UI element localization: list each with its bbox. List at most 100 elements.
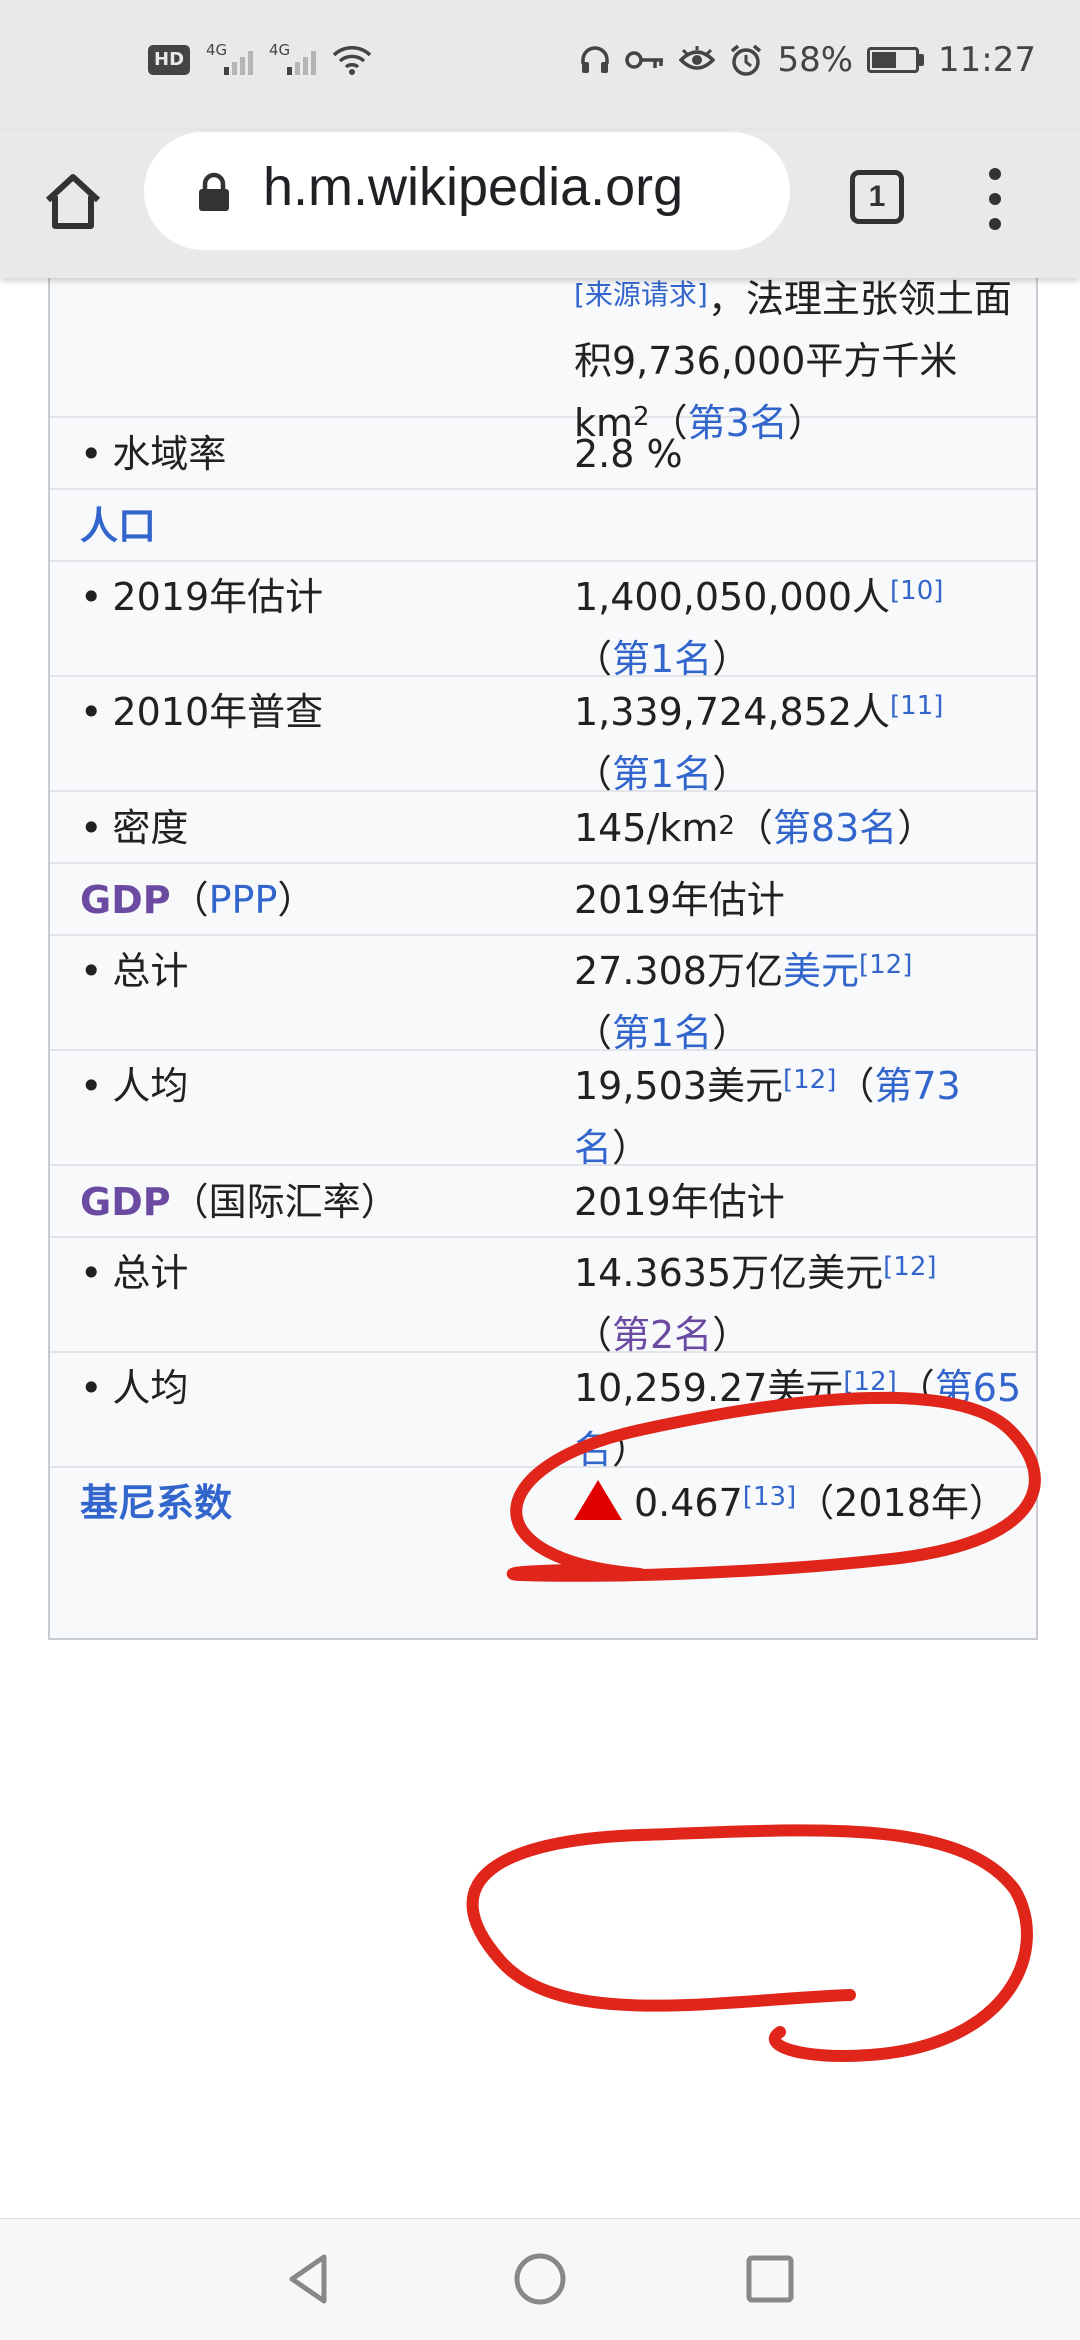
paren-open: （ — [574, 1313, 613, 1357]
paren-close: ） — [612, 1428, 651, 1472]
ppp-link[interactable]: PPP — [209, 878, 278, 922]
ppp-per-capita-label: • 人均 — [80, 1055, 600, 1117]
nominal-per-capita-value: 10,259.27美元[12]（第65名） — [574, 1357, 1024, 1481]
pop-2019-label-text: 2019年估计 — [112, 575, 324, 619]
ppp-per-capita-value: 19,503美元[12]（第73名） — [574, 1055, 1024, 1179]
ppp-per-capita-number: 19,503美元 — [574, 1064, 783, 1108]
key-icon — [625, 51, 664, 69]
url-text[interactable]: zh.m.wikipedia.org — [262, 156, 762, 218]
paren-open: （ — [574, 752, 613, 796]
density-label: • 密度 — [80, 792, 600, 864]
gdp-ppp-row: GDP（PPP） 2019年估计 — [50, 864, 1036, 936]
nominal-total-value: 14.3635万亿美元[12] （第2名） — [574, 1242, 1024, 1366]
bullet: • — [80, 949, 103, 993]
population-header-link[interactable]: 人口 — [80, 490, 600, 562]
density-rank-link[interactable]: 第83名 — [773, 806, 897, 850]
sim2-network-label: 4G — [269, 41, 291, 59]
ppp-per-capita-label-text: 人均 — [112, 1064, 189, 1108]
more-vert-icon[interactable] — [980, 168, 1010, 230]
paren-close: ） — [712, 1313, 751, 1357]
bullet: • — [80, 690, 103, 734]
wifi-icon — [332, 46, 372, 75]
paren-close: ） — [612, 1126, 651, 1170]
ref-link[interactable]: [12] — [883, 1252, 936, 1282]
home-circle-icon[interactable] — [510, 2249, 570, 2309]
usd-link[interactable]: 美元 — [783, 949, 859, 993]
bullet: • — [80, 575, 103, 619]
nominal-total-row: • 总计 14.3635万亿美元[12] （第2名） — [50, 1238, 1036, 1357]
pop-2019-rank-link[interactable]: 第1名 — [612, 637, 712, 681]
paren-open: （ — [574, 1011, 613, 1055]
pop-2019-label: • 2019年估计 — [80, 566, 600, 628]
area-row: [来源请求]，法理主张领土面积9,736,000平方千米 km2（第3名） — [50, 278, 1036, 445]
paren-close: ） — [712, 1011, 751, 1055]
ref-link[interactable]: [10] — [890, 576, 943, 606]
nominal-per-capita-number: 10,259.27美元 — [574, 1366, 844, 1410]
paren-close: ） — [712, 752, 751, 796]
pop-2010-rank-link[interactable]: 第1名 — [612, 752, 712, 796]
citation-needed-link[interactable]: [来源请求] — [574, 278, 708, 311]
density-row: • 密度 145/km2（第83名） — [50, 792, 1036, 864]
tab-switcher-icon[interactable]: 1 — [850, 170, 904, 224]
ppp-total-label: • 总计 — [80, 940, 600, 1002]
browser-toolbar: zh.m.wikipedia.org 1 — [0, 130, 1080, 278]
bullet: • — [80, 1064, 103, 1108]
ppp-total-number: 27.308万亿 — [574, 949, 783, 993]
nominal-per-capita-label-text: 人均 — [112, 1366, 189, 1410]
article-content[interactable]: [来源请求]，法理主张领土面积9,736,000平方千米 km2（第3名） • 水… — [0, 278, 1080, 2218]
gdp-ppp-label: GDP（PPP） — [80, 864, 600, 936]
lock-icon — [199, 172, 229, 211]
ref-link[interactable]: [12] — [783, 1065, 836, 1095]
pop-2019-row: • 2019年估计 1,400,050,000人[10] （第1名） — [50, 562, 1036, 681]
paren-open: （ — [734, 806, 773, 850]
ref-link[interactable]: [12] — [843, 1367, 896, 1397]
density-value: 145/km2（第83名） — [574, 792, 1024, 864]
bullet: • — [80, 1366, 103, 1410]
hd-badge: HD — [148, 45, 191, 75]
pop-2010-value: 1,339,724,852人[11] （第1名） — [574, 681, 1024, 805]
ref-link[interactable]: [12] — [859, 950, 912, 980]
gdp-ppp-value: 2019年估计 — [574, 878, 785, 922]
battery-icon — [867, 47, 925, 73]
gdp-link[interactable]: GDP — [80, 1180, 171, 1224]
ref-link[interactable]: [13] — [743, 1482, 796, 1512]
home-icon[interactable] — [40, 168, 106, 234]
nominal-total-label-text: 总计 — [112, 1251, 189, 1295]
address-bar[interactable]: zh.m.wikipedia.org — [144, 132, 790, 250]
ref-link[interactable]: [11] — [890, 691, 943, 721]
gini-row: 基尼系数 0.467[13]（2018年） — [50, 1468, 1036, 1638]
ppp-total-label-text: 总计 — [112, 949, 189, 993]
recents-icon[interactable] — [740, 2249, 800, 2309]
eye-icon — [679, 46, 716, 70]
bullet: • — [80, 1251, 103, 1295]
ppp-total-value: 27.308万亿美元[12] （第1名） — [574, 940, 1024, 1064]
sim1-network-label: 4G — [206, 41, 228, 59]
nominal-per-capita-label: • 人均 — [80, 1357, 600, 1419]
back-icon[interactable] — [280, 2249, 340, 2309]
paren-open: （ — [836, 1064, 875, 1108]
pop-2019-number: 1,400,050,000人 — [574, 575, 891, 619]
sim2-signal-icon: 4G — [269, 41, 317, 75]
population-header-row: 人口 — [50, 490, 1036, 562]
pop-2010-row: • 2010年普查 1,339,724,852人[11] （第1名） — [50, 677, 1036, 796]
ppp-per-capita-row: • 人均 19,503美元[12]（第73名） — [50, 1051, 1036, 1170]
sim1-signal-icon: 4G — [206, 41, 254, 75]
status-bar: HD 4G 4G 58% 11:27 — [0, 0, 1080, 130]
alarm-icon — [731, 44, 762, 76]
pop-2010-label: • 2010年普查 — [80, 681, 600, 743]
pop-2019-value: 1,400,050,000人[10] （第1名） — [574, 566, 1024, 690]
paren-close: ） — [897, 806, 936, 850]
gini-link[interactable]: 基尼系数 — [80, 1472, 600, 1534]
nominal-total-label: • 总计 — [80, 1242, 600, 1304]
ppp-total-rank-link[interactable]: 第1名 — [612, 1011, 712, 1055]
water-label: • 水域率 — [80, 418, 600, 490]
nominal-total-number: 14.3635万亿美元 — [574, 1251, 884, 1295]
nominal-total-rank-link[interactable]: 第2名 — [612, 1313, 712, 1357]
paren-open: （ — [574, 637, 613, 681]
url-value: zh.m.wikipedia.org — [262, 157, 684, 217]
gini-number: 0.467 — [634, 1481, 743, 1525]
gdp-nominal-row: GDP（国际汇率） 2019年估计 — [50, 1166, 1036, 1238]
gdp-link[interactable]: GDP — [80, 878, 171, 922]
battery-percent: 58% — [777, 40, 854, 80]
paren-open: （ — [170, 878, 209, 922]
